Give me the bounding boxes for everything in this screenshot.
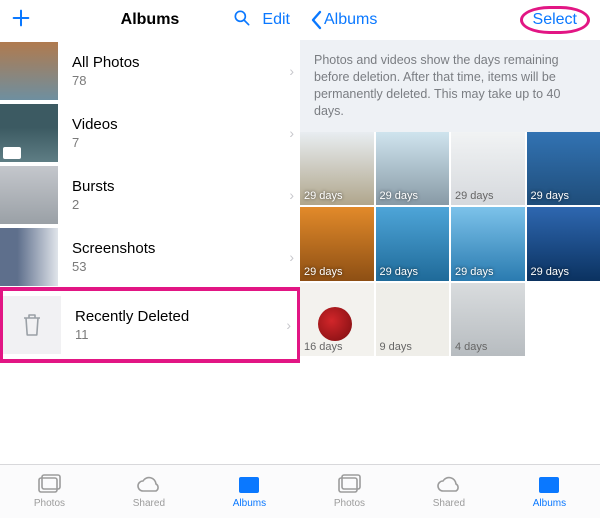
deleted-photos-grid: 29 days 29 days 29 days 29 days 29 days … — [300, 132, 600, 357]
tab-shared[interactable]: Shared — [433, 474, 465, 509]
days-remaining: 4 days — [455, 341, 487, 353]
chevron-left-icon — [310, 10, 324, 30]
albums-icon — [236, 474, 262, 496]
search-icon[interactable] — [232, 8, 252, 33]
album-name: All Photos — [72, 54, 289, 71]
days-remaining: 29 days — [455, 190, 494, 202]
album-thumb — [0, 42, 58, 100]
tab-label: Photos — [334, 498, 365, 509]
tab-label: Albums — [533, 498, 566, 509]
photos-icon — [336, 474, 362, 496]
deleted-photo[interactable]: 29 days — [376, 207, 450, 281]
album-name: Bursts — [72, 178, 289, 195]
album-count: 11 — [75, 327, 286, 342]
back-label: Albums — [324, 11, 377, 29]
deleted-photo[interactable]: 4 days — [451, 283, 525, 357]
deleted-photo[interactable]: 29 days — [300, 132, 374, 206]
tab-albums[interactable]: Albums — [533, 474, 566, 509]
album-row-videos[interactable]: Videos 7 › — [0, 102, 300, 164]
tab-label: Photos — [34, 498, 65, 509]
tab-label: Shared — [433, 498, 465, 509]
deleted-photo[interactable]: 29 days — [527, 207, 600, 281]
album-count: 53 — [72, 259, 289, 274]
chevron-right-icon: › — [289, 249, 294, 265]
days-remaining: 29 days — [531, 266, 570, 278]
days-remaining: 29 days — [531, 190, 570, 202]
days-remaining: 29 days — [455, 266, 494, 278]
albums-icon — [536, 474, 562, 496]
deletion-info-text: Photos and videos show the days remainin… — [300, 40, 600, 132]
album-count: 2 — [72, 197, 289, 212]
deleted-photo[interactable]: 16 days — [300, 283, 374, 357]
album-thumb — [0, 228, 58, 286]
back-button[interactable]: Albums — [310, 10, 377, 30]
deleted-photo[interactable]: 29 days — [376, 132, 450, 206]
days-remaining: 29 days — [304, 266, 343, 278]
deleted-photo[interactable]: 29 days — [451, 207, 525, 281]
edit-button[interactable]: Edit — [262, 11, 290, 29]
album-thumb — [0, 166, 58, 224]
tab-photos[interactable]: Photos — [334, 474, 365, 509]
album-thumb — [0, 104, 58, 162]
chevron-right-icon: › — [289, 125, 294, 141]
chevron-right-icon: › — [289, 63, 294, 79]
chevron-right-icon: › — [289, 187, 294, 203]
trash-icon — [3, 296, 61, 354]
days-remaining: 16 days — [304, 341, 343, 353]
tab-albums[interactable]: Albums — [233, 474, 266, 509]
deleted-photo[interactable]: 29 days — [451, 132, 525, 206]
album-name: Videos — [72, 116, 289, 133]
album-name: Recently Deleted — [75, 308, 286, 325]
album-row-recently-deleted[interactable]: Recently Deleted 11 › — [0, 288, 300, 362]
albums-pane: Albums Edit All Photos 78 › Video — [0, 0, 300, 464]
albums-topbar: Albums Edit — [0, 0, 300, 40]
video-badge-icon — [3, 147, 21, 159]
tab-photos[interactable]: Photos — [34, 474, 65, 509]
cloud-icon — [136, 474, 162, 496]
album-row-bursts[interactable]: Bursts 2 › — [0, 164, 300, 226]
albums-title: Albums — [121, 11, 180, 29]
deleted-topbar: Albums Select — [300, 0, 600, 40]
recently-deleted-pane: Albums Select Photos and videos show the… — [300, 0, 600, 464]
days-remaining: 29 days — [304, 190, 343, 202]
album-count: 7 — [72, 135, 289, 150]
album-row-screenshots[interactable]: Screenshots 53 › — [0, 226, 300, 288]
photos-icon — [36, 474, 62, 496]
apple-image — [318, 307, 352, 341]
select-button[interactable]: Select — [520, 6, 590, 34]
tab-shared[interactable]: Shared — [133, 474, 165, 509]
tab-label: Shared — [133, 498, 165, 509]
days-remaining: 9 days — [380, 341, 412, 353]
tab-bar: Photos Shared Albums Photos Shared Album… — [0, 464, 600, 518]
chevron-right-icon: › — [286, 317, 291, 333]
deleted-photo[interactable]: 29 days — [300, 207, 374, 281]
cloud-icon — [436, 474, 462, 496]
deleted-photo[interactable]: 29 days — [527, 132, 600, 206]
deleted-photo[interactable]: 9 days — [376, 283, 450, 357]
album-name: Screenshots — [72, 240, 289, 257]
add-album-icon[interactable] — [10, 7, 32, 34]
album-row-all-photos[interactable]: All Photos 78 › — [0, 40, 300, 102]
tab-label: Albums — [233, 498, 266, 509]
album-count: 78 — [72, 73, 289, 88]
days-remaining: 29 days — [380, 266, 419, 278]
days-remaining: 29 days — [380, 190, 419, 202]
